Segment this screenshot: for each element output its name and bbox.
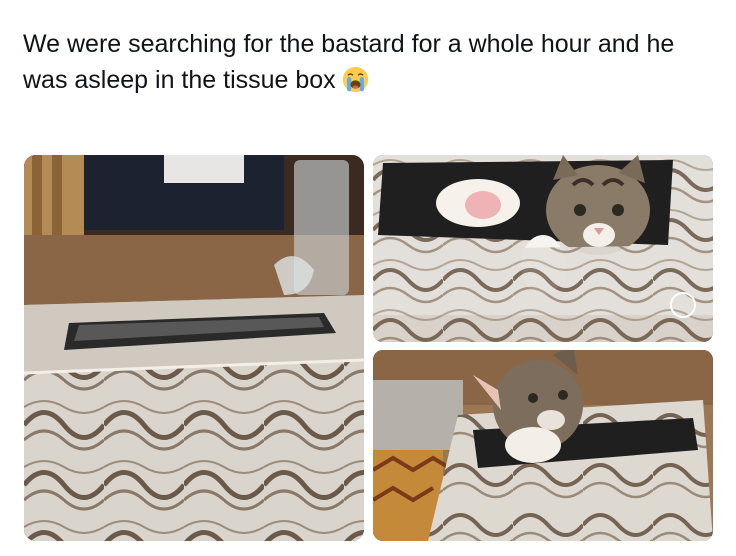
- post-text: We were searching for the bastard for a …: [23, 26, 713, 98]
- photo-kitten-peeking-from-tissue-box-image: [373, 350, 713, 541]
- photo-kitten-in-tissue-box[interactable]: [373, 155, 713, 342]
- photo-kitten-peeking-from-tissue-box[interactable]: [373, 350, 713, 541]
- photo-kitten-in-tissue-box-image: [373, 155, 713, 342]
- photo-empty-tissue-box[interactable]: [24, 155, 364, 541]
- loudly-crying-face-icon: [342, 66, 368, 93]
- photo-empty-tissue-box-image: [24, 155, 364, 541]
